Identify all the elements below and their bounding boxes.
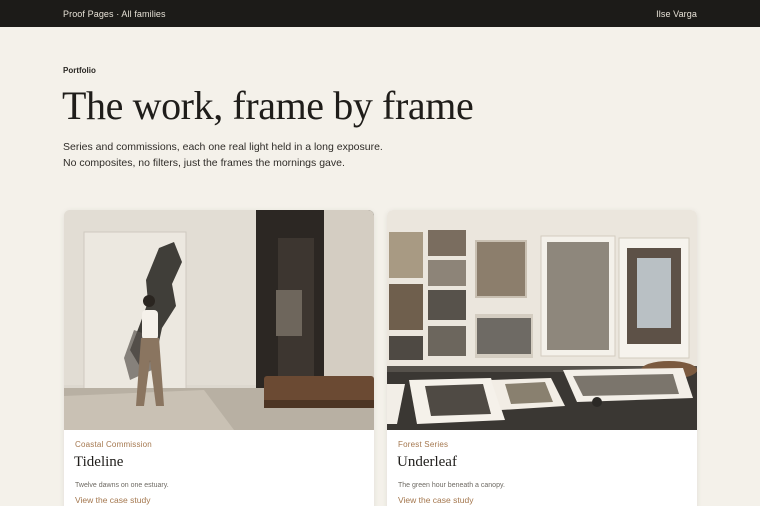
- moodboard-photo: [387, 210, 697, 430]
- card-image[interactable]: [64, 210, 374, 430]
- card-image[interactable]: [387, 210, 697, 430]
- card-category: Forest Series: [398, 440, 449, 449]
- top-bar: Proof Pages · All families Ilse Varga: [0, 0, 760, 27]
- card-description: The green hour beneath a canopy.: [398, 482, 505, 489]
- breadcrumb[interactable]: Proof Pages · All families: [63, 9, 166, 19]
- case-study-link[interactable]: View the case study: [75, 495, 150, 505]
- case-study-link[interactable]: View the case study: [398, 495, 473, 505]
- gallery-photo: [64, 210, 374, 430]
- card-description: Twelve dawns on one estuary.: [75, 482, 169, 489]
- page-title: The work, frame by frame: [62, 83, 474, 128]
- portfolio-card[interactable]: Coastal Commission Tideline Twelve dawns…: [64, 210, 374, 506]
- user-name[interactable]: Ilse Varga: [656, 9, 697, 19]
- card-title[interactable]: Underleaf: [397, 454, 457, 471]
- section-eyebrow: Portfolio: [63, 66, 96, 75]
- card-category: Coastal Commission: [75, 440, 152, 449]
- page-lede: Series and commissions, each one real li…: [63, 141, 383, 169]
- portfolio-card[interactable]: Forest Series Underleaf The green hour b…: [387, 210, 697, 506]
- card-title[interactable]: Tideline: [74, 454, 123, 471]
